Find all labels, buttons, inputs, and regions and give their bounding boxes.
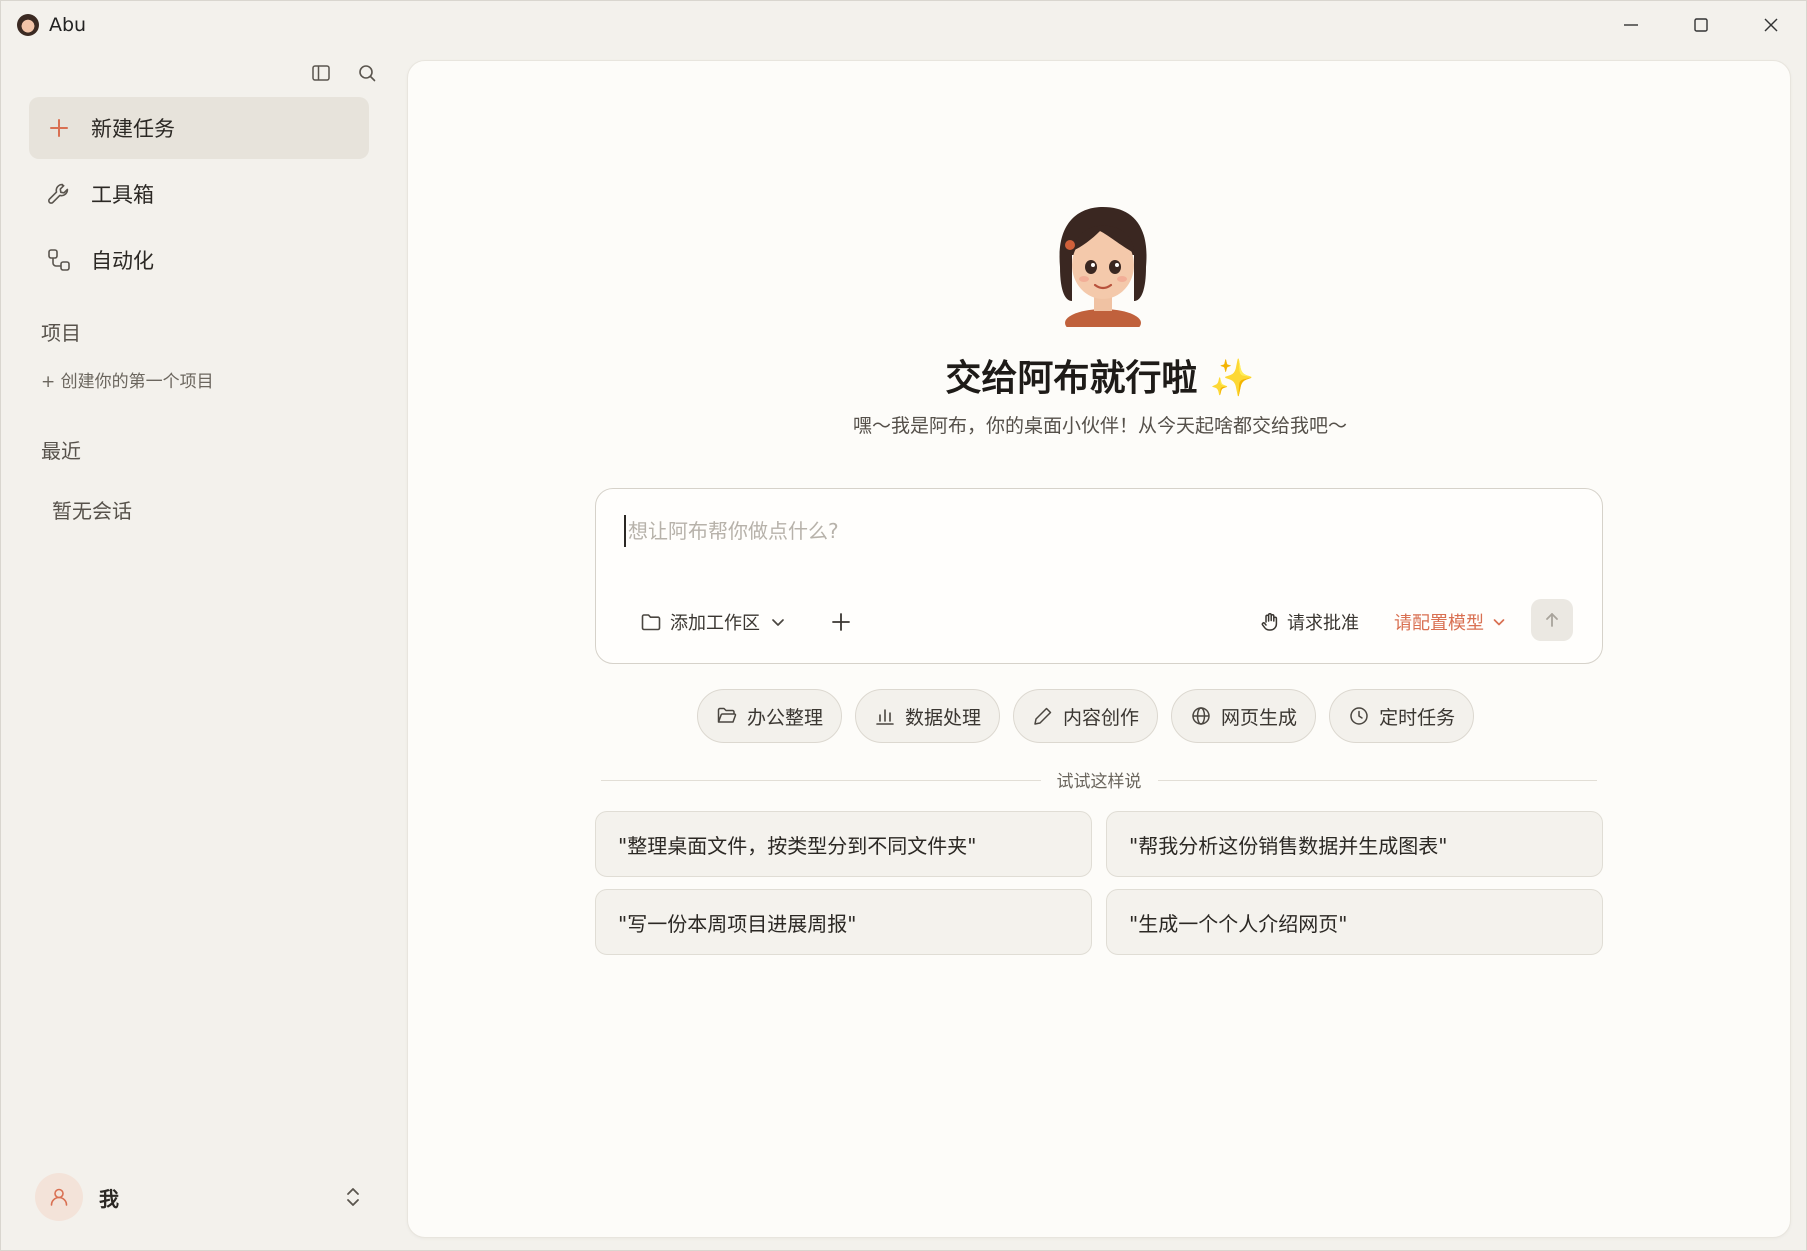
- avatar: [35, 1173, 83, 1221]
- nav-toolbox-label: 工具箱: [91, 183, 154, 207]
- page-subtitle: 嘿～我是阿布，你的桌面小伙伴！从今天起啥都交给我吧～: [852, 415, 1347, 437]
- suggestion-card[interactable]: "帮我分析这份销售数据并生成图表": [1106, 811, 1603, 877]
- title-bar: Abu: [1, 1, 1806, 49]
- try-label-wrap: 试试这样说: [601, 767, 1597, 792]
- chip-data[interactable]: 数据处理: [855, 689, 1001, 743]
- maximize-button[interactable]: [1666, 1, 1736, 49]
- chip-webpage[interactable]: 网页生成: [1171, 689, 1317, 743]
- sidebar-panel-icon: [312, 65, 330, 81]
- search-button[interactable]: [355, 61, 379, 85]
- nav-new-task[interactable]: 新建任务: [29, 97, 369, 159]
- try-divider: 试试这样说: [601, 767, 1597, 793]
- close-icon: [1764, 18, 1778, 32]
- task-input[interactable]: [624, 515, 1564, 547]
- nav-automation-label: 自动化: [91, 249, 154, 273]
- app-logo-icon: [17, 14, 39, 36]
- chevron-down-icon: [1493, 619, 1505, 626]
- folder-icon: [641, 614, 661, 631]
- chip-data-label: 数据处理: [905, 706, 982, 729]
- suggestion-grid: "整理桌面文件，按类型分到不同文件夹" "帮我分析这份销售数据并生成图表" "写…: [595, 811, 1603, 955]
- search-icon: [359, 65, 376, 82]
- toggle-sidebar-button[interactable]: [309, 61, 333, 85]
- window-controls: [1596, 1, 1806, 49]
- add-attachment-icon[interactable]: [828, 609, 854, 635]
- main-panel: 交给阿布就行啦 ✨ 嘿～我是阿布，你的桌面小伙伴！从今天起啥都交给我吧～ 添加工…: [407, 60, 1791, 1238]
- assistant-avatar-icon: [1059, 207, 1147, 327]
- maximize-icon: [1694, 18, 1708, 32]
- hand-icon: [1261, 613, 1278, 631]
- user-icon: [50, 1188, 68, 1206]
- empty-chats-text: 暂无会话: [52, 499, 132, 523]
- suggestion-card[interactable]: "写一份本周项目进展周报": [595, 889, 1092, 955]
- sidebar: 新建任务 工具箱 自动化 项目 + 创建你的第一个项目 最近 暂无会话 我: [1, 49, 405, 1249]
- chip-office-label: 办公整理: [747, 706, 824, 729]
- globe-icon: [1190, 705, 1212, 727]
- window-title: Abu: [49, 14, 87, 36]
- chip-content-label: 内容创作: [1063, 706, 1140, 729]
- workflow-icon: [45, 246, 73, 274]
- minimize-button[interactable]: [1596, 1, 1666, 49]
- suggestion-card[interactable]: "整理桌面文件，按类型分到不同文件夹": [595, 811, 1092, 877]
- close-button[interactable]: [1736, 1, 1806, 49]
- projects-section-title: 项目: [41, 321, 81, 345]
- folder-open-icon: [716, 705, 738, 727]
- recent-section-title: 最近: [41, 439, 81, 463]
- chip-scheduled[interactable]: 定时任务: [1329, 689, 1475, 743]
- clock-icon: [1348, 705, 1370, 727]
- user-menu[interactable]: 我: [35, 1173, 365, 1221]
- add-workspace-label: 添加工作区: [670, 613, 760, 634]
- add-workspace-button[interactable]: 添加工作区: [640, 607, 786, 637]
- chevron-down-icon: [772, 619, 784, 626]
- pen-icon: [1032, 705, 1054, 727]
- nav-new-task-label: 新建任务: [91, 117, 175, 141]
- create-project-link[interactable]: + 创建你的第一个项目: [41, 367, 214, 392]
- minimize-icon: [1624, 24, 1638, 26]
- composer: 添加工作区 请求批准 请配置模型: [595, 488, 1603, 664]
- page-title: 交给阿布就行啦 ✨: [945, 358, 1255, 399]
- sidebar-toolbar: [309, 61, 379, 85]
- user-name: 我: [99, 1186, 119, 1211]
- nav-toolbox[interactable]: 工具箱: [29, 163, 369, 225]
- send-button[interactable]: [1531, 599, 1573, 641]
- chip-scheduled-label: 定时任务: [1379, 706, 1456, 729]
- wrench-icon: [45, 180, 73, 208]
- request-approval-button[interactable]: 请求批准: [1259, 607, 1359, 637]
- plus-icon: [45, 114, 73, 142]
- bar-chart-icon: [874, 705, 896, 727]
- category-chips: 办公整理 数据处理 内容创作 网页生成 定时任务: [697, 689, 1475, 743]
- configure-model-dropdown[interactable]: 请配置模型: [1394, 607, 1506, 637]
- configure-model-label: 请配置模型: [1394, 613, 1484, 634]
- chevron-up-down-icon: [347, 1188, 359, 1206]
- chip-webpage-label: 网页生成: [1221, 706, 1298, 729]
- request-approval-label: 请求批准: [1287, 613, 1359, 634]
- chip-content[interactable]: 内容创作: [1013, 689, 1159, 743]
- arrow-up-icon: [1546, 613, 1558, 627]
- suggestion-card[interactable]: "生成一个个人介绍网页": [1106, 889, 1603, 955]
- chip-office[interactable]: 办公整理: [697, 689, 843, 743]
- app-window: Abu 新建任务 工具箱 自动化 项目 + 创建你的第一个项目 最近 暂无会话 …: [0, 0, 1807, 1251]
- nav-automation[interactable]: 自动化: [29, 229, 369, 291]
- try-label: 试试这样说: [1040, 772, 1158, 792]
